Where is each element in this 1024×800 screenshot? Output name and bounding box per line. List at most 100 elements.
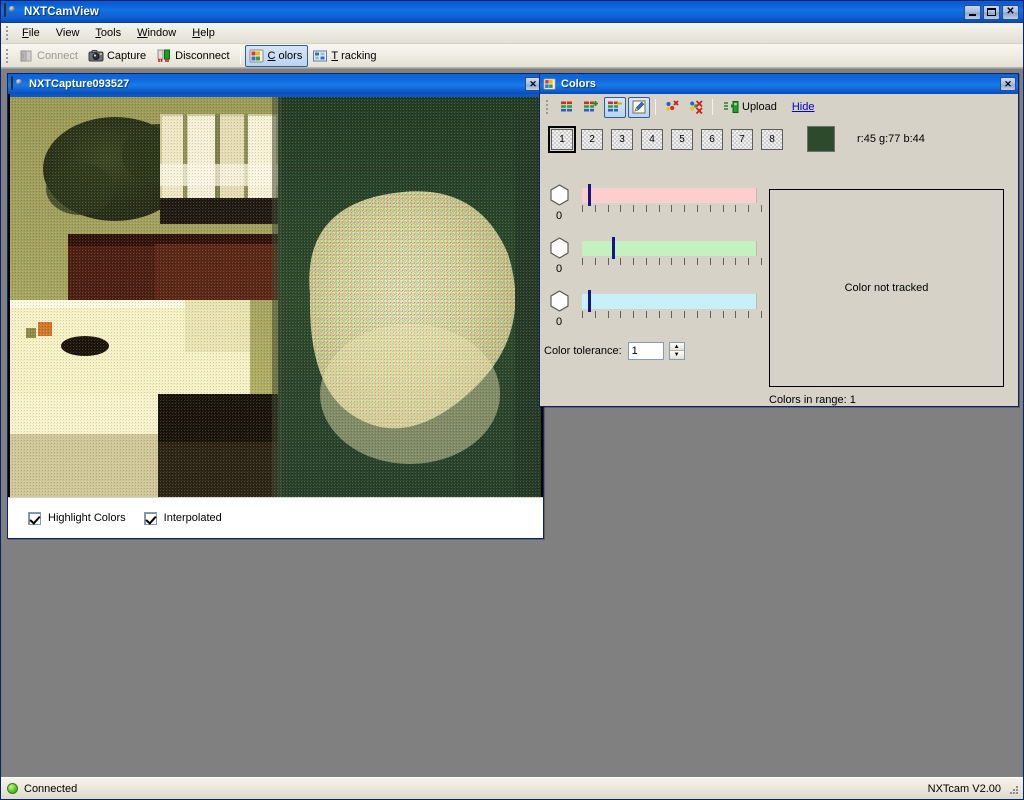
- selected-color-swatch[interactable]: [807, 126, 835, 152]
- capture-options-bar: Highlight Colors Interpolated: [8, 497, 543, 538]
- menu-item-help[interactable]: Help: [184, 24, 223, 42]
- tracking-preview-text: Color not tracked: [844, 282, 929, 294]
- color-slot-5[interactable]: 5: [671, 128, 693, 150]
- color-slot-3[interactable]: 3: [611, 128, 633, 150]
- app-camera-icon: [4, 3, 20, 20]
- color-map-minus-icon: [607, 99, 623, 115]
- resize-grip[interactable]: [1007, 783, 1019, 795]
- close-icon: ✕: [1006, 6, 1015, 17]
- color-slot-4[interactable]: 4: [641, 128, 663, 150]
- toolbar-disconnect-button[interactable]: Disconnect: [152, 45, 235, 67]
- toolbar-colors-button[interactable]: Colors: [244, 44, 309, 67]
- tracking-grid-icon: [312, 48, 328, 64]
- blue-slider-marker[interactable]: [588, 290, 591, 312]
- tracking-preview-box: Color not tracked: [769, 189, 1004, 387]
- clear-all-button[interactable]: [685, 97, 707, 118]
- colors-toolbar-grip[interactable]: [545, 100, 550, 115]
- capture-image-area[interactable]: [8, 94, 543, 497]
- connection-status-led-icon: [7, 783, 18, 794]
- menu-item-view[interactable]: View: [48, 24, 88, 42]
- menu-bar: File View Tools Window Help: [1, 23, 1023, 44]
- menu-item-file[interactable]: File: [14, 24, 48, 42]
- color-tolerance-stepper[interactable]: ▲ ▼: [668, 342, 685, 360]
- menu-help-rest: elp: [200, 27, 215, 39]
- colors-in-range-label: Colors in range: 1: [769, 394, 856, 406]
- menu-tools-rest: ools: [100, 27, 122, 39]
- color-map-icon: [559, 99, 575, 115]
- menu-grip[interactable]: [5, 26, 10, 41]
- camera-icon: [88, 48, 104, 64]
- toolbar-tracking-label-rest: racking: [341, 49, 377, 62]
- highlight-colors-checkbox[interactable]: [28, 511, 41, 525]
- palette-delete-icon: [664, 99, 680, 115]
- green-slider-ticks: [582, 258, 762, 266]
- highlight-colors-label: Highlight Colors: [48, 512, 126, 524]
- upload-to-device-icon: [723, 99, 739, 115]
- clear-selection-button[interactable]: [661, 97, 683, 118]
- red-slider-marker[interactable]: [588, 184, 591, 206]
- green-slider-min-label: 0: [556, 263, 563, 275]
- colors-close-button[interactable]: ✕: [1000, 77, 1016, 91]
- green-slider-track[interactable]: [582, 241, 757, 256]
- close-button[interactable]: ✕: [1002, 4, 1019, 20]
- green-slider-thumb[interactable]: [550, 237, 569, 259]
- color-tolerance-label: Color tolerance:: [544, 345, 622, 357]
- toolbar-tracking-button[interactable]: Tracking: [308, 45, 382, 67]
- mdi-client-area: NXTCapture093527 ✕ Highlight Colors Inte…: [1, 68, 1023, 777]
- interpolated-checkbox-row[interactable]: Interpolated: [143, 511, 222, 525]
- red-slider-track[interactable]: [582, 188, 757, 203]
- color-slot-2[interactable]: 2: [581, 128, 603, 150]
- colors-window-titlebar[interactable]: Colors ✕: [540, 74, 1018, 94]
- toolbar-grip[interactable]: [5, 48, 10, 63]
- green-slider-marker[interactable]: [612, 237, 615, 259]
- menu-file-rest: ile: [28, 27, 40, 39]
- palette-delete-all-icon: [688, 99, 704, 115]
- app-title: NXTCamView: [24, 6, 99, 18]
- color-slot-7[interactable]: 7: [731, 128, 753, 150]
- blue-slider-track[interactable]: [582, 294, 757, 309]
- stepper-down-icon[interactable]: ▼: [669, 351, 684, 359]
- minimize-button[interactable]: [964, 4, 981, 20]
- colors-toolbar-separator-1: [655, 99, 656, 115]
- red-channel-slider[interactable]: 0: [550, 182, 766, 228]
- maximize-button[interactable]: [983, 4, 1000, 20]
- color-slot-3-label: 3: [619, 133, 625, 145]
- color-slot-1-label: 1: [559, 133, 565, 145]
- color-slot-1[interactable]: 1: [548, 125, 576, 153]
- color-slot-8-label: 8: [769, 133, 775, 145]
- hide-link[interactable]: Hide: [792, 101, 815, 113]
- menu-item-tools[interactable]: Tools: [87, 24, 129, 42]
- highlight-colors-checkbox-row[interactable]: Highlight Colors: [28, 511, 126, 525]
- green-channel-slider[interactable]: 0: [550, 235, 766, 281]
- color-slot-6[interactable]: 6: [701, 128, 723, 150]
- remove-color-button[interactable]: [604, 96, 626, 118]
- title-bar: NXTCamView ✕: [1, 1, 1023, 23]
- red-slider-thumb[interactable]: [550, 184, 569, 206]
- pencil-edit-icon: [631, 99, 647, 115]
- application-window: NXTCamView ✕ File View Tools Window Help: [0, 0, 1024, 800]
- camera-icon: [11, 76, 25, 91]
- color-slot-8[interactable]: 8: [761, 128, 783, 150]
- color-slot-4-label: 4: [649, 133, 655, 145]
- blue-slider-thumb[interactable]: [550, 290, 569, 312]
- toolbar-disconnect-label: Disconnect: [175, 49, 230, 62]
- toolbar-capture-button[interactable]: Capture: [84, 45, 152, 67]
- capture-window-titlebar[interactable]: NXTCapture093527 ✕: [8, 74, 543, 94]
- menu-item-window[interactable]: Window: [129, 24, 184, 42]
- blue-channel-slider[interactable]: 0: [550, 288, 766, 334]
- red-slider-ticks: [582, 205, 762, 213]
- add-color-button[interactable]: [580, 97, 602, 118]
- toolbar-tracking-label-accel: T: [331, 49, 339, 62]
- close-icon: ✕: [1004, 78, 1012, 89]
- color-map-button[interactable]: [556, 97, 578, 118]
- toolbar-separator: [239, 47, 241, 64]
- status-bar: Connected NXTcam V2.00: [1, 777, 1023, 799]
- stepper-up-icon[interactable]: ▲: [669, 343, 684, 351]
- colors-window: Colors ✕ Upload Hide 1 2 3 4 5 6 7 8 r:4…: [539, 73, 1019, 407]
- edit-color-button[interactable]: [628, 96, 650, 118]
- upload-button[interactable]: Upload: [718, 97, 782, 118]
- toolbar-connect-button[interactable]: Connect: [14, 45, 84, 67]
- upload-label: Upload: [742, 101, 777, 113]
- color-tolerance-input[interactable]: 1: [627, 342, 664, 360]
- interpolated-checkbox[interactable]: [143, 511, 157, 525]
